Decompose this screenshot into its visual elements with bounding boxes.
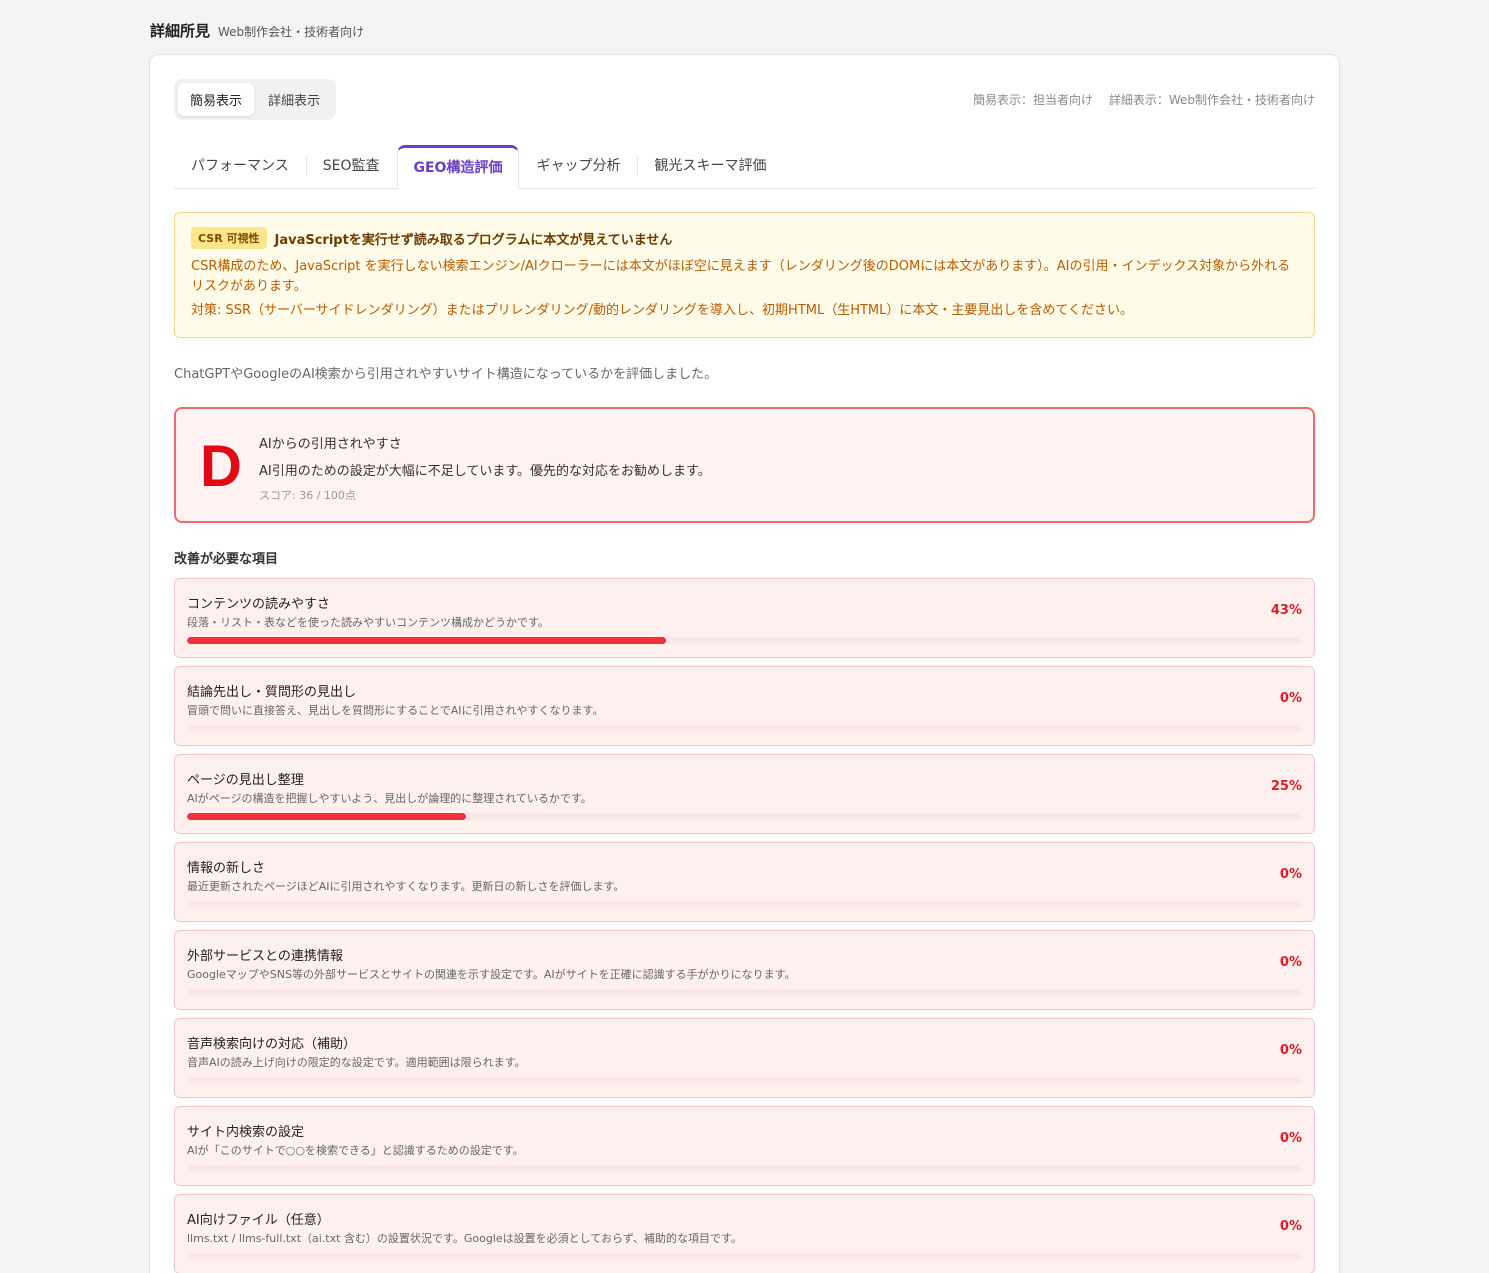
item-title: コンテンツの読みやすさ [187, 597, 331, 612]
item-percent: 0% [1279, 1219, 1302, 1234]
progress-track [187, 1165, 1302, 1172]
item-title: 結論先出し・質問形の見出し [187, 685, 357, 700]
item-title: ページの見出し整理 [187, 773, 304, 788]
csr-action: 対策: SSR（サーバーサイドレンダリング）またはプリレンダリング/動的レンダリ… [191, 303, 1134, 318]
view-note-detail: 詳細表示：Web制作会社・技術者向け [1108, 93, 1315, 107]
page-title: 詳細所見 [150, 22, 211, 40]
list-item: 音声検索向けの対応（補助） 音声AIの読み上げ向けの限定的な設定です。適用範囲は… [174, 1018, 1315, 1098]
item-percent: 0% [1279, 691, 1302, 706]
list-item: AI向けファイル（任意） llms.txt / llms-full.txt（ai… [174, 1194, 1315, 1273]
item-description: 段落・リスト・表などを使った読みやすいコンテンツ構成かどうかです。 [187, 616, 549, 629]
simple-view-button[interactable]: 簡易表示 [178, 83, 255, 116]
tab-geo-structure[interactable]: GEO構造評価 [396, 145, 520, 189]
progress-track [187, 637, 1302, 644]
item-description: llms.txt / llms-full.txt（ai.txt 含む）の設置状況… [187, 1232, 742, 1245]
item-description: 最近更新されたページほどAIに引用されやすくなります。更新日の新しさを評価します… [187, 880, 625, 893]
progress-fill [187, 813, 466, 820]
progress-track [187, 1253, 1302, 1260]
progress-track [187, 901, 1302, 908]
grade-description: AI引用のための設定が大幅に不足しています。優先的な対応をお勧めします。 [259, 464, 711, 479]
report-tabs: パフォーマンス SEO監査 GEO構造評価 ギャップ分析 観光スキーマ評価 [174, 143, 1315, 189]
grade-letter: D [200, 434, 242, 499]
tab-performance[interactable]: パフォーマンス [174, 144, 306, 188]
tab-seo-audit[interactable]: SEO監査 [305, 144, 397, 188]
grade-summary: D AIからの引用されやすさ AI引用のための設定が大幅に不足しています。優先的… [174, 407, 1315, 523]
item-description: AIがページの構造を把握しやすいよう、見出しが論理的に整理されているかです。 [187, 792, 592, 805]
progress-track [187, 725, 1302, 732]
grade-title: AIからの引用されやすさ [259, 437, 402, 452]
page-subtitle: Web制作会社・技術者向け [218, 25, 365, 39]
item-description: GoogleマップやSNS等の外部サービスとサイトの関連を示す設定です。AIがサ… [187, 968, 796, 981]
item-percent: 0% [1279, 955, 1302, 970]
view-note-simple: 簡易表示：担当者向け [972, 93, 1093, 107]
item-percent: 0% [1279, 867, 1302, 882]
item-percent: 25% [1270, 779, 1302, 794]
list-item: コンテンツの読みやすさ 段落・リスト・表などを使った読みやすいコンテンツ構成かど… [174, 578, 1315, 658]
intro-text: ChatGPTやGoogleのAI検索から引用されやすいサイト構造になっているか… [174, 367, 718, 382]
item-percent: 43% [1270, 603, 1302, 618]
progress-fill [187, 637, 667, 644]
page-header: 詳細所見 Web制作会社・技術者向け [150, 20, 364, 41]
list-item: 結論先出し・質問形の見出し 冒頭で問いに直接答え、見出しを質問形にすることでAI… [174, 666, 1315, 746]
csr-description: CSR構成のため、JavaScript を実行しない検索エンジン/AIクローラー… [191, 259, 1291, 294]
item-description: 音声AIの読み上げ向けの限定的な設定です。適用範囲は限られます。 [187, 1056, 526, 1069]
csr-badge: CSR 可視性 [191, 227, 267, 249]
item-title: 外部サービスとの連携情報 [187, 949, 343, 964]
item-description: AIが「このサイトで○○を検索できる」と認識するための設定です。 [187, 1144, 524, 1157]
csr-warning: CSR 可視性 JavaScriptを実行せず読み取るプログラムに本文が見えてい… [174, 212, 1315, 338]
tab-gap-analysis[interactable]: ギャップ分析 [519, 144, 637, 188]
progress-track [187, 989, 1302, 996]
grade-score: スコア: 36 / 100点 [259, 489, 356, 502]
csr-title: JavaScriptを実行せず読み取るプログラムに本文が見えていません [274, 232, 673, 248]
list-item: 情報の新しさ 最近更新されたページほどAIに引用されやすくなります。更新日の新し… [174, 842, 1315, 922]
item-description: 冒頭で問いに直接答え、見出しを質問形にすることでAIに引用されやすくなります。 [187, 704, 604, 717]
findings-card: 簡易表示 詳細表示 簡易表示：担当者向け 詳細表示：Web制作会社・技術者向け … [149, 54, 1340, 1273]
item-percent: 0% [1279, 1131, 1302, 1146]
improvement-list: コンテンツの読みやすさ 段落・リスト・表などを使った読みやすいコンテンツ構成かど… [174, 578, 1315, 1273]
item-title: 音声検索向けの対応（補助） [187, 1037, 357, 1052]
detail-view-button[interactable]: 詳細表示 [256, 83, 332, 116]
progress-track [187, 1077, 1302, 1084]
list-item: サイト内検索の設定 AIが「このサイトで○○を検索できる」と認識するための設定で… [174, 1106, 1315, 1186]
view-note: 簡易表示：担当者向け 詳細表示：Web制作会社・技術者向け [973, 91, 1315, 108]
item-title: 情報の新しさ [187, 861, 266, 876]
progress-track [187, 813, 1302, 820]
list-item: ページの見出し整理 AIがページの構造を把握しやすいよう、見出しが論理的に整理さ… [174, 754, 1315, 834]
item-percent: 0% [1279, 1043, 1302, 1058]
list-item: 外部サービスとの連携情報 GoogleマップやSNS等の外部サービスとサイトの関… [174, 930, 1315, 1010]
view-toggle: 簡易表示 詳細表示 [174, 79, 337, 120]
tab-tourism-schema[interactable]: 観光スキーマ評価 [637, 144, 783, 188]
item-title: AI向けファイル（任意） [187, 1213, 330, 1228]
section-title: 改善が必要な項目 [174, 552, 279, 567]
item-title: サイト内検索の設定 [187, 1125, 305, 1140]
